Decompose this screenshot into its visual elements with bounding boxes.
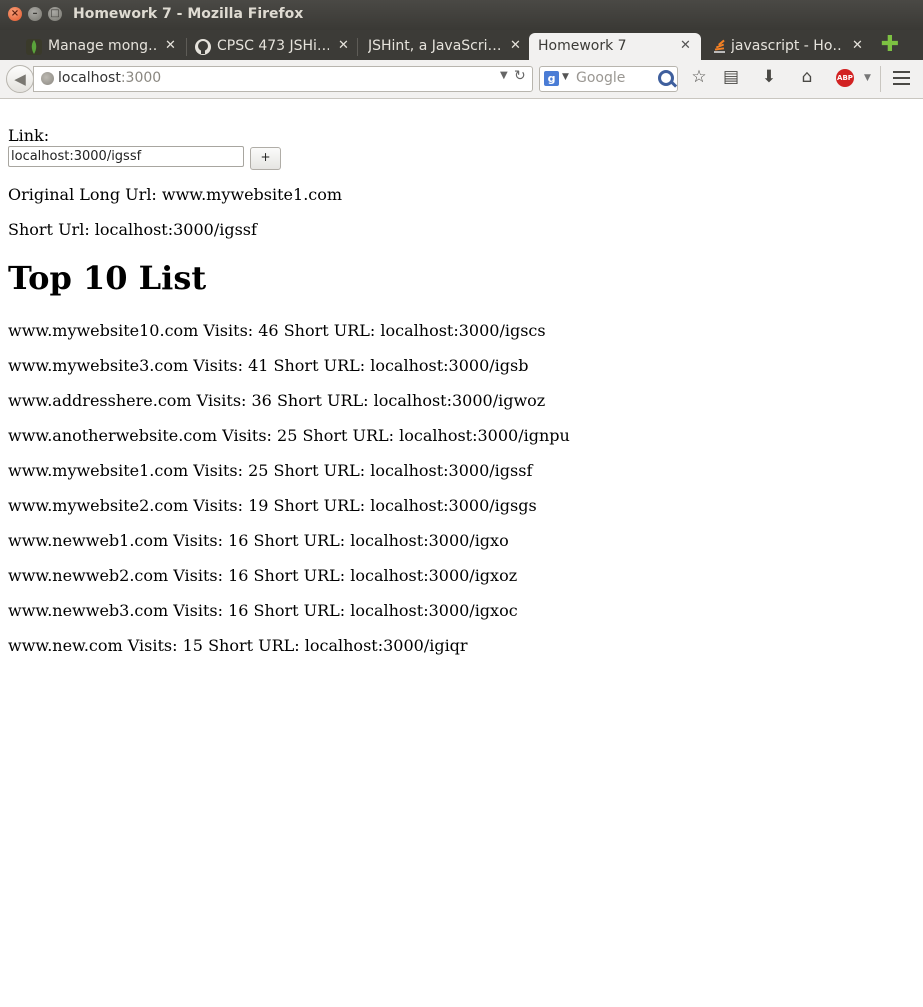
- list-item: www.mywebsite10.com Visits: 46 Short URL…: [8, 321, 546, 340]
- tab-label: Manage mong…: [48, 38, 158, 54]
- tab-strip: Manage mong… ✕ CPSC 473 JSHi… ✕ JSHint, …: [0, 30, 923, 60]
- tab-label: JSHint, a JavaScri…: [368, 38, 502, 54]
- mongodb-leaf-icon: [26, 39, 42, 55]
- google-search-engine-icon[interactable]: g: [544, 71, 559, 86]
- tab-close-icon[interactable]: ✕: [680, 38, 691, 53]
- tab-cpsc-473[interactable]: CPSC 473 JSHi… ✕: [187, 33, 355, 60]
- adblock-dropdown-icon[interactable]: ▼: [864, 73, 871, 83]
- tab-homework-7[interactable]: Homework 7 ✕: [529, 33, 701, 60]
- list-item: www.mywebsite1.com Visits: 25 Short URL:…: [8, 461, 533, 480]
- navigation-toolbar: ◀ localhost:3000 ▼ ↻ g ▼ Google ☆ ▤ ⬇ ⌂: [0, 60, 923, 99]
- list-item: www.newweb1.com Visits: 16 Short URL: lo…: [8, 531, 509, 550]
- url-port: :3000: [120, 70, 162, 86]
- tab-close-icon[interactable]: ✕: [338, 38, 349, 53]
- top-10-heading: Top 10 List: [8, 259, 207, 297]
- downloads-icon[interactable]: ⬇: [758, 67, 780, 87]
- github-icon: [195, 39, 211, 55]
- url-history-dropdown-icon[interactable]: ▼: [500, 70, 508, 81]
- list-item: www.mywebsite2.com Visits: 19 Short URL:…: [8, 496, 537, 515]
- back-arrow-icon[interactable]: ◀: [6, 65, 34, 93]
- list-item: www.addresshere.com Visits: 36 Short URL…: [8, 391, 546, 410]
- tab-javascript-ho[interactable]: javascript - Ho… ✕: [704, 33, 874, 60]
- tab-label: CPSC 473 JSHi…: [217, 38, 329, 54]
- bookmark-star-icon[interactable]: ☆: [688, 67, 710, 87]
- add-link-button[interactable]: +: [250, 147, 281, 170]
- search-placeholder: Google: [576, 70, 626, 86]
- list-item: www.new.com Visits: 15 Short URL: localh…: [8, 636, 468, 655]
- reload-icon[interactable]: ↻: [514, 68, 526, 84]
- search-icon[interactable]: [658, 70, 674, 86]
- window-titlebar: × – □ Homework 7 - Mozilla Firefox: [0, 0, 923, 30]
- url-host: localhost: [58, 70, 121, 86]
- tab-manage-mongo[interactable]: Manage mong… ✕: [18, 33, 184, 60]
- stackoverflow-icon: [712, 39, 728, 55]
- list-item: www.newweb3.com Visits: 16 Short URL: lo…: [8, 601, 518, 620]
- tab-close-icon[interactable]: ✕: [852, 38, 863, 53]
- tab-label: javascript - Ho…: [731, 38, 843, 54]
- original-long-url: Original Long Url: www.mywebsite1.com: [8, 185, 343, 204]
- window-close-icon[interactable]: ×: [8, 7, 22, 21]
- window-title: Homework 7 - Mozilla Firefox: [73, 6, 304, 22]
- search-bar[interactable]: g ▼ Google: [539, 66, 678, 92]
- tab-close-icon[interactable]: ✕: [165, 38, 176, 53]
- reading-list-icon[interactable]: ▤: [720, 67, 742, 87]
- hamburger-menu-icon[interactable]: [893, 71, 910, 85]
- list-item: www.mywebsite3.com Visits: 41 Short URL:…: [8, 356, 529, 375]
- window-maximize-icon[interactable]: □: [48, 7, 62, 21]
- search-engine-dropdown-icon[interactable]: ▼: [562, 72, 569, 82]
- adblock-plus-icon[interactable]: ABP: [836, 69, 854, 87]
- globe-icon: [41, 72, 54, 85]
- tab-close-icon[interactable]: ✕: [510, 38, 521, 53]
- link-label: Link:: [8, 126, 50, 145]
- toolbar-separator: [880, 66, 881, 92]
- tab-jshint[interactable]: JSHint, a JavaScri… ✕: [358, 33, 528, 60]
- url-bar[interactable]: localhost:3000 ▼ ↻: [33, 66, 533, 92]
- window-minimize-icon[interactable]: –: [28, 7, 42, 21]
- home-icon[interactable]: ⌂: [796, 67, 818, 87]
- list-item: www.anotherwebsite.com Visits: 25 Short …: [8, 426, 570, 445]
- url-text[interactable]: localhost:3000: [58, 70, 161, 86]
- tab-label: Homework 7: [538, 38, 627, 54]
- short-url: Short Url: localhost:3000/igssf: [8, 220, 257, 239]
- link-input[interactable]: [8, 146, 244, 167]
- list-item: www.newweb2.com Visits: 16 Short URL: lo…: [8, 566, 518, 585]
- new-tab-plus-icon[interactable]: ✚: [878, 33, 902, 57]
